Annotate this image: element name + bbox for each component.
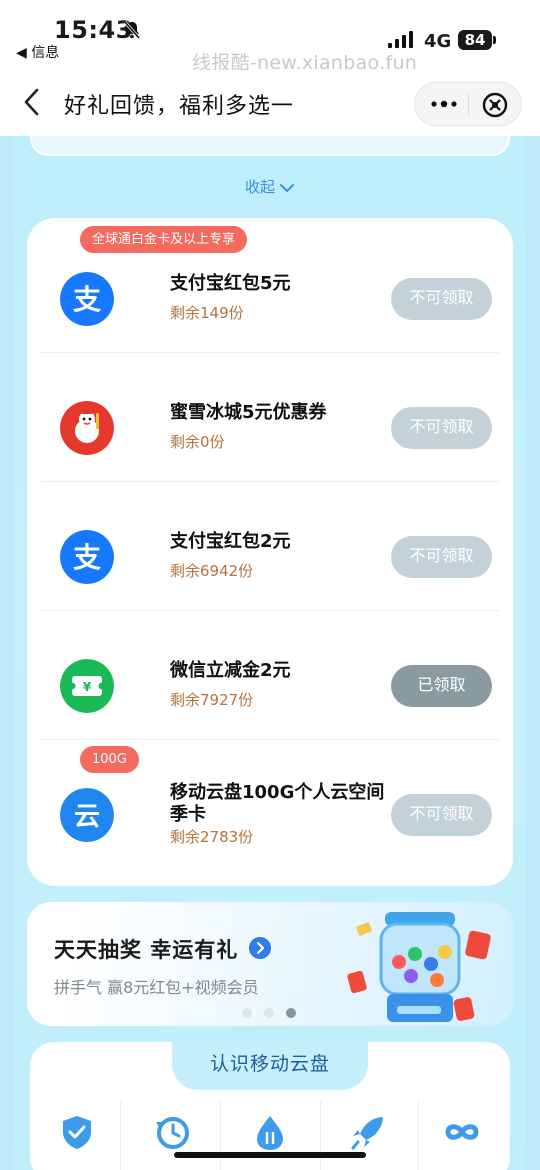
reward-remaining: 剩余6942份 <box>170 562 254 580</box>
know-cloud-card: 认识移动云盘 <box>30 1042 510 1170</box>
reward-remaining: 剩余2783份 <box>170 828 254 846</box>
feature-divider <box>220 1100 221 1170</box>
svg-text:支: 支 <box>73 283 101 316</box>
carousel-dot-active[interactable] <box>286 1008 296 1018</box>
bell-muted-icon <box>123 21 141 39</box>
section-title: 认识移动云盘 <box>172 1042 368 1090</box>
chevron-right-icon[interactable] <box>249 937 271 959</box>
reward-remaining: 剩余0份 <box>170 433 225 451</box>
rocket-icon[interactable] <box>348 1112 388 1152</box>
feature-divider <box>320 1100 321 1170</box>
membership-badge: 全球通白金卡及以上专享 <box>80 226 248 253</box>
carousel-dot[interactable] <box>264 1008 274 1018</box>
chevron-down-icon <box>280 183 294 192</box>
claim-button[interactable]: 不可领取 <box>391 407 492 449</box>
claim-button[interactable]: 不可领取 <box>391 536 492 578</box>
signal-icon <box>388 31 413 48</box>
page-title: 好礼回馈，福利多选一 <box>64 94 295 119</box>
claim-button[interactable]: 不可领取 <box>391 278 492 320</box>
back-to-app-link[interactable]: ◀ 信息 <box>16 42 59 62</box>
network-type: 4G <box>424 31 452 52</box>
reward-title: 支付宝红包5元 <box>170 273 291 294</box>
lottery-title: 天天抽奖 幸运有礼 <box>54 938 239 962</box>
battery-tip <box>493 36 496 44</box>
collapse-toggle[interactable]: 收起 <box>0 176 540 197</box>
svg-text:¥: ¥ <box>83 680 92 694</box>
reward-item: ¥ 微信立减金2元 剩余7927份 已领取 <box>27 611 513 740</box>
clock-restore-icon[interactable] <box>152 1112 192 1152</box>
mixue-icon <box>60 401 114 455</box>
svg-text:支: 支 <box>73 541 101 574</box>
svg-text:云: 云 <box>74 802 100 832</box>
lottery-subtitle: 拼手气 赢8元红包+视频会员 <box>54 978 259 997</box>
gacha-machine-illustration <box>347 912 491 1022</box>
transfer-drop-icon[interactable] <box>250 1112 290 1152</box>
feature-divider <box>418 1100 419 1170</box>
reward-item: 蜜雪冰城5元优惠券 剩余0份 不可领取 <box>27 353 513 482</box>
close-circle-icon[interactable] <box>481 91 509 119</box>
reward-title: 微信立减金2元 <box>170 660 291 681</box>
capacity-badge: 100G <box>80 746 139 773</box>
reward-title: 支付宝红包2元 <box>170 531 291 552</box>
battery-icon: 84 <box>458 30 492 50</box>
lottery-banner[interactable]: 天天抽奖 幸运有礼 拼手气 赢8元红包+视频会员 <box>27 902 513 1026</box>
reward-remaining: 剩余7927份 <box>170 691 254 709</box>
reward-item: 支 支付宝红包2元 剩余6942份 不可领取 <box>27 482 513 611</box>
shield-check-icon[interactable] <box>57 1112 97 1152</box>
mini-program-capsule <box>414 82 522 126</box>
carousel-indicator <box>242 1003 308 1022</box>
capsule-divider <box>468 94 469 116</box>
home-indicator <box>174 1152 366 1158</box>
previous-card-edge <box>30 136 510 156</box>
alipay-icon: 支 <box>60 272 114 326</box>
rewards-card: 支 支付宝红包5元 剩余149份 不可领取 全球通白金卡及以上专享 蜜雪冰城5元… <box>27 218 513 886</box>
alipay-icon: 支 <box>60 530 114 584</box>
claim-button[interactable]: 不可领取 <box>391 794 492 836</box>
collapse-label: 收起 <box>244 178 275 196</box>
carousel-dot[interactable] <box>242 1008 252 1018</box>
status-bar: 15:43 ◀ 信息 线报酷-new.xianbao.fun 4G 84 <box>0 0 540 74</box>
feature-divider <box>120 1100 121 1170</box>
cloud-drive-icon: 云 <box>60 788 114 842</box>
claimed-button[interactable]: 已领取 <box>391 665 492 707</box>
wechat-voucher-icon: ¥ <box>60 659 114 713</box>
reward-remaining: 剩余149份 <box>170 304 244 322</box>
nav-bar: 好礼回馈，福利多选一 <box>0 70 540 136</box>
reward-title: 移动云盘100G个人云空间季卡 <box>170 782 385 825</box>
infinity-icon[interactable] <box>442 1112 482 1152</box>
back-arrow-icon[interactable] <box>18 84 48 120</box>
reward-title: 蜜雪冰城5元优惠券 <box>170 402 327 423</box>
more-dots-icon[interactable] <box>429 93 459 115</box>
